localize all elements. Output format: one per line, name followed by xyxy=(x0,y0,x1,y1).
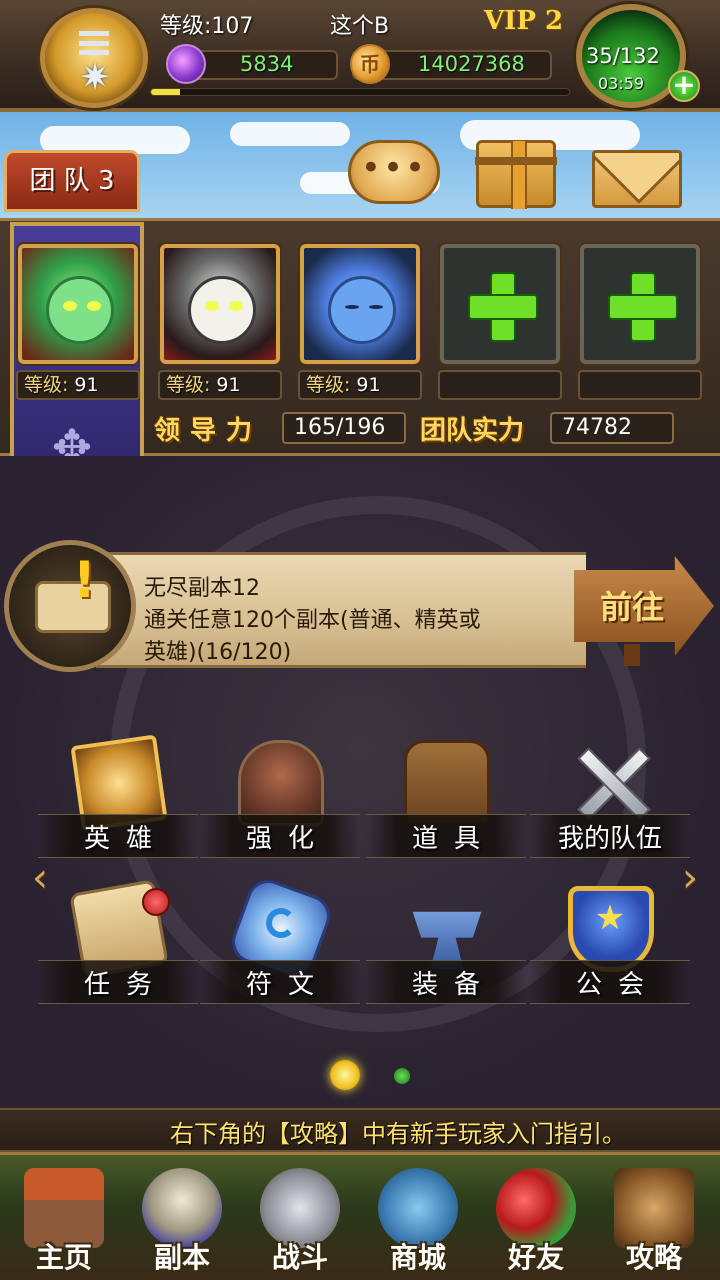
menu-enhance-button[interactable]: 强化 xyxy=(200,740,360,870)
nav-friends[interactable]: 好友 xyxy=(478,1164,594,1280)
menu-equipment-label: 装备 xyxy=(411,970,496,1000)
hero-portrait-plague-doctor xyxy=(188,276,256,344)
hero-level-4 xyxy=(438,370,562,400)
nav-dungeon-label: 副本 xyxy=(153,1241,210,1274)
tab-team[interactable]: 团 队 3 xyxy=(4,150,140,212)
cloud xyxy=(230,122,350,146)
chat-bubble-icon: ••• xyxy=(360,148,428,188)
nav-dungeon[interactable]: 副本 xyxy=(124,1164,240,1280)
hero-slot-3[interactable] xyxy=(300,244,420,364)
menu-runes-button[interactable]: 符文 xyxy=(200,873,360,1016)
menu-items-button[interactable]: 道具 xyxy=(366,740,526,870)
menu-guild-button[interactable]: ★ 公会 xyxy=(530,886,690,1016)
menu-items-label: 道具 xyxy=(411,824,496,854)
nav-friends-label: 好友 xyxy=(507,1241,564,1274)
quest-description-line-1: 通关任意120个副本(普通、精英或 xyxy=(144,608,481,633)
nav-home[interactable]: 主页 xyxy=(6,1164,122,1280)
mail-icon[interactable] xyxy=(592,150,682,208)
signpost-icon xyxy=(624,644,640,666)
menu-quests-label: 任务 xyxy=(83,970,168,1000)
hero-level-5 xyxy=(578,370,702,400)
add-stamina-button[interactable]: + xyxy=(668,70,700,102)
hero-level-3: 等级: 91 xyxy=(298,370,422,400)
menu-heroes-label: 英雄 xyxy=(83,824,168,854)
quest-description-line-2: 英雄)(16/120) xyxy=(144,640,292,665)
menu-my-team-label: 我的队伍 xyxy=(557,824,662,854)
stamina-value: 35/132 xyxy=(586,44,660,68)
quest-icon[interactable]: ! xyxy=(4,540,136,672)
page-indicator[interactable] xyxy=(394,1068,410,1084)
menu-quests-button[interactable]: 任务 xyxy=(38,879,198,1016)
nav-guide-label: 攻略 xyxy=(625,1241,682,1274)
nav-shop-label: 商城 xyxy=(389,1241,446,1274)
hero-slot-2[interactable] xyxy=(160,244,280,364)
experience-fill xyxy=(151,89,181,95)
team-power-label: 团队实力 xyxy=(420,416,525,446)
star-icon: ★ xyxy=(594,898,626,938)
hero-portrait-elf xyxy=(46,276,114,344)
menu-heroes-button[interactable]: 英雄 xyxy=(38,734,198,870)
page-indicator-active[interactable] xyxy=(330,1060,360,1090)
nav-home-label: 主页 xyxy=(35,1241,92,1274)
menu-guild-label: 公会 xyxy=(575,970,660,1000)
hero-slot-1[interactable] xyxy=(18,244,138,364)
leadership-label: 领导力 xyxy=(154,416,263,446)
stamina-timer: 03:59 xyxy=(598,74,645,93)
player-level: 等级:107 xyxy=(160,14,254,39)
plus-icon xyxy=(468,272,538,342)
experience-bar xyxy=(150,88,570,96)
gift-icon[interactable] xyxy=(475,140,557,209)
ticker-text: 右下角的【攻略】中有新手玩家入门指引。 xyxy=(170,1120,626,1148)
menu-equipment-button[interactable]: 装备 xyxy=(366,886,526,1016)
menu-runes-label: 符文 xyxy=(245,970,330,1000)
chat-button[interactable]: ••• xyxy=(348,140,440,204)
quest-title: 无尽副本12 xyxy=(144,576,260,601)
nav-battle[interactable]: 战斗 xyxy=(242,1164,358,1280)
go-label: 前往 xyxy=(600,588,665,626)
exclamation-icon: ! xyxy=(73,551,96,609)
gem-amount: 5834 xyxy=(240,52,294,76)
gold-coin-icon: 币 xyxy=(350,44,390,84)
menu-my-team-button[interactable]: 我的队伍 xyxy=(530,740,690,870)
nav-shop[interactable]: 商城 xyxy=(360,1164,476,1280)
menu-icon xyxy=(79,31,109,55)
plus-icon xyxy=(608,272,678,342)
hero-level-2: 等级: 91 xyxy=(158,370,282,400)
team-power-value: 74782 xyxy=(550,412,674,444)
menu-enhance-label: 强化 xyxy=(245,824,330,854)
vip-badge[interactable]: VIP 2 xyxy=(484,6,563,36)
empty-hero-slot-4[interactable] xyxy=(440,244,560,364)
rune-swirl-icon xyxy=(266,908,296,938)
gem-icon xyxy=(166,44,206,84)
hero-level-1: 等级: 91 xyxy=(16,370,140,400)
hero-portrait-blue-vampire xyxy=(328,276,396,344)
wax-seal-icon xyxy=(142,888,170,916)
nav-guide[interactable]: 攻略 xyxy=(596,1164,712,1280)
player-name: 这个B xyxy=(330,14,390,39)
nav-battle-label: 战斗 xyxy=(271,1241,328,1274)
leadership-value: 165/196 xyxy=(282,412,406,444)
rank-star-icon: ✷ xyxy=(79,55,111,99)
menu-button[interactable]: ✷ xyxy=(40,8,148,108)
empty-hero-slot-5[interactable] xyxy=(580,244,700,364)
gold-amount: 14027368 xyxy=(418,52,525,76)
